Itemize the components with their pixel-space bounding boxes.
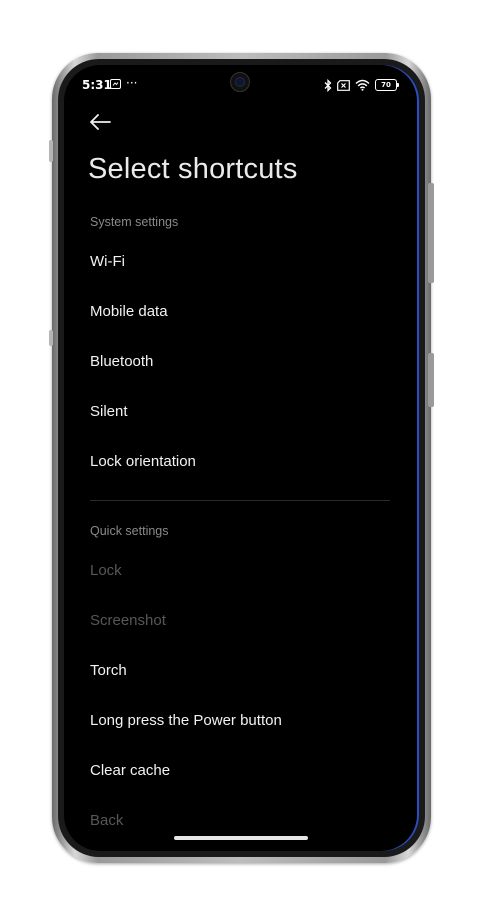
shortcut-item-wifi[interactable]: Wi-Fi [90, 253, 390, 270]
front-camera [230, 72, 250, 92]
power-button [428, 353, 434, 407]
shortcut-item-lock: Lock [90, 562, 122, 579]
more-notifications-icon: ··· [126, 76, 138, 90]
status-icons: 70 [324, 78, 399, 92]
shortcut-item-long-press-power[interactable]: Long press the Power button [90, 712, 390, 729]
shortcut-item-back: Back [90, 812, 124, 829]
battery-level: 70 [381, 81, 391, 89]
status-bar: 5:31 ··· 70 [64, 65, 419, 107]
screen: 5:31 ··· 70 Select shortcuts System sett… [64, 65, 419, 851]
shortcut-item-clear-cache[interactable]: Clear cache [90, 762, 390, 779]
page-title: Select shortcuts [88, 153, 298, 185]
shortcut-item-screenshot: Screenshot [90, 612, 166, 629]
back-arrow-icon[interactable] [89, 113, 111, 131]
notification-icon [110, 79, 121, 89]
bluetooth-icon [324, 78, 332, 92]
sim-off-icon [337, 79, 350, 91]
battery-icon: 70 [375, 79, 399, 91]
status-time: 5:31 [82, 78, 112, 92]
side-accent [49, 330, 53, 346]
section-header-quick-settings: Quick settings [90, 524, 169, 538]
home-indicator[interactable] [174, 836, 308, 840]
wifi-icon [355, 79, 370, 91]
shortcut-item-torch[interactable]: Torch [90, 662, 390, 679]
shortcut-item-bluetooth[interactable]: Bluetooth [90, 353, 390, 370]
volume-button [428, 183, 434, 283]
shortcut-item-silent[interactable]: Silent [90, 403, 390, 420]
side-accent [49, 140, 53, 162]
shortcut-item-mobile-data[interactable]: Mobile data [90, 303, 390, 320]
shortcut-item-lock-orientation[interactable]: Lock orientation [90, 453, 390, 470]
section-header-system-settings: System settings [90, 215, 179, 229]
section-divider [90, 500, 390, 501]
